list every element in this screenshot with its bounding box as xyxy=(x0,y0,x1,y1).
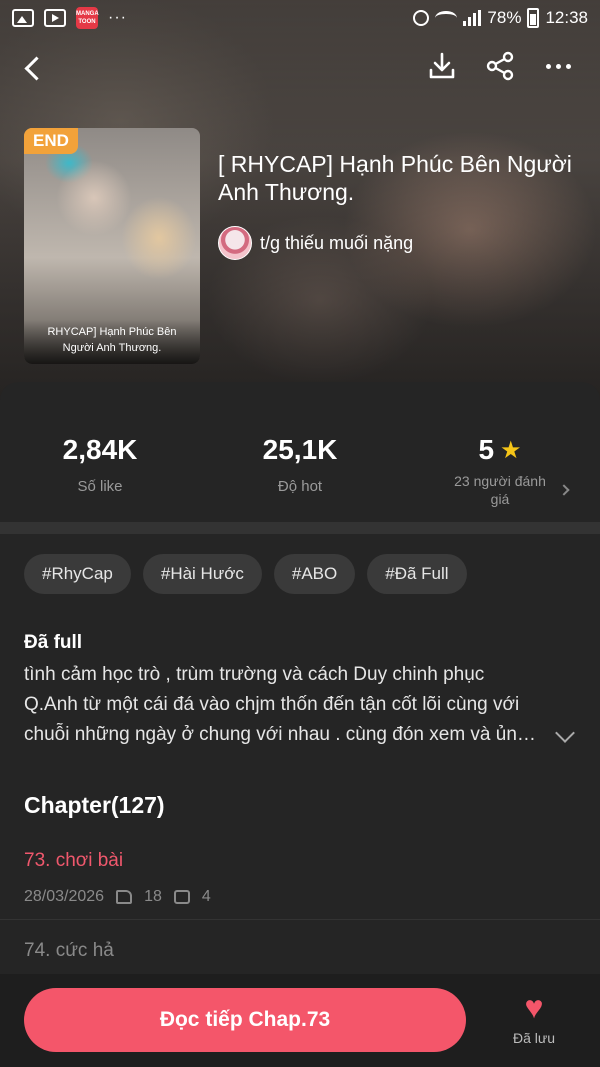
battery-percent: 78% xyxy=(487,8,522,27)
mangatoon-icon: MANGA TOON xyxy=(76,7,99,29)
author[interactable]: t/g thiếu muối nặng xyxy=(218,226,413,260)
more-icon xyxy=(555,63,561,69)
tag-abo[interactable]: #ABO xyxy=(273,554,356,594)
description-line: chuỗi những ngày ở chung với nhau . cùng… xyxy=(24,724,544,745)
likes-value: 2,84K xyxy=(62,434,138,465)
stat-likes: 2,84K Số like xyxy=(0,418,200,495)
book-cover[interactable]: RHYCAP] Hạnh Phúc Bên Người Anh Thương. xyxy=(24,128,200,364)
chapter-likes: 18 xyxy=(144,888,162,905)
stat-hot: 25,1K Độ hot xyxy=(200,418,400,495)
tag-da-full[interactable]: #Đã Full xyxy=(367,554,467,594)
status-right: 78% 12:38 xyxy=(413,8,588,28)
chapter-meta: 28/03/2026 18 4 xyxy=(24,888,211,906)
clock: 12:38 xyxy=(545,8,588,27)
overflow-notifications-icon: ··· xyxy=(108,9,127,26)
hot-label: Độ hot xyxy=(277,478,323,495)
status-bar: MANGA TOON ··· 78% 12:38 xyxy=(0,0,600,36)
tag-rhycap[interactable]: #RhyCap xyxy=(24,554,131,594)
back-button[interactable] xyxy=(20,54,48,82)
author-avatar xyxy=(218,226,252,260)
end-badge: END xyxy=(24,128,78,154)
author-name: t/g thiếu muối nặng xyxy=(260,232,414,253)
stat-rating[interactable]: 5 ★ 23 người đánh giá xyxy=(400,418,600,508)
chapter-comments: 4 xyxy=(201,888,211,905)
battery-icon xyxy=(527,8,540,28)
stats-row: 2,84K Số like 25,1K Độ hot 5 ★ 23 người … xyxy=(0,418,600,518)
signal-icon xyxy=(463,10,482,26)
save-label: Đã lưu xyxy=(512,1030,556,1046)
chapter-item[interactable]: 73. chơi bài 28/03/2026 18 4 xyxy=(0,846,600,920)
gallery-icon xyxy=(12,9,34,27)
video-icon xyxy=(44,9,66,27)
chapter-date: 28/03/2026 xyxy=(24,888,105,905)
share-icon xyxy=(486,51,514,81)
continue-reading-button[interactable]: Đọc tiếp Chap.73 xyxy=(24,988,466,1052)
save-button[interactable]: ♥ Đã lưu xyxy=(498,989,570,1052)
description-heading: Đã full xyxy=(24,632,83,653)
book-title: [ RHYCAP] Hạnh Phúc Bên Người Anh Thương… xyxy=(218,151,572,205)
star-icon: ★ xyxy=(500,436,522,464)
rating-label: 23 người đánh giá xyxy=(454,473,546,507)
more-icon xyxy=(565,63,571,69)
alarm-icon xyxy=(413,10,430,26)
wifi-icon xyxy=(435,11,458,25)
chapter-heading: Chapter(127) xyxy=(24,792,165,818)
likes-label: Số like xyxy=(77,478,123,495)
rating-value: 5 xyxy=(478,434,495,465)
share-button[interactable] xyxy=(484,50,516,82)
description-line: tình cảm học trò , trùm trường và cách D… xyxy=(24,664,485,685)
status-left: MANGA TOON ··· xyxy=(12,7,127,29)
cover-caption: RHYCAP] Hạnh Phúc Bên Người Anh Thương. xyxy=(24,320,200,364)
description-line: Q.Anh từ một cái đá vào chjm thốn đến tậ… xyxy=(24,694,520,715)
chapter-name: 74. cức hả xyxy=(24,940,114,961)
hot-value: 25,1K xyxy=(262,434,338,465)
section-divider xyxy=(0,522,600,534)
rating-row: 5 ★ xyxy=(400,434,600,466)
tag-hai-huoc[interactable]: #Hài Hước xyxy=(142,554,262,594)
download-icon xyxy=(429,52,455,79)
download-button[interactable] xyxy=(426,50,458,82)
bottom-bar: Đọc tiếp Chap.73 ♥ Đã lưu xyxy=(0,974,600,1067)
description-text: tình cảm học trò , trùm trường và cách D… xyxy=(24,660,560,750)
more-icon xyxy=(545,63,551,69)
top-bar xyxy=(0,48,600,88)
heart-icon: ♥ xyxy=(524,989,544,1025)
comment-icon xyxy=(173,890,190,904)
chapter-name: 73. chơi bài xyxy=(24,850,124,871)
tag-list: #RhyCap #Hài Hước #ABO #Đã Full xyxy=(24,554,467,594)
thumbs-up-icon xyxy=(116,890,133,904)
more-button[interactable] xyxy=(540,50,576,82)
